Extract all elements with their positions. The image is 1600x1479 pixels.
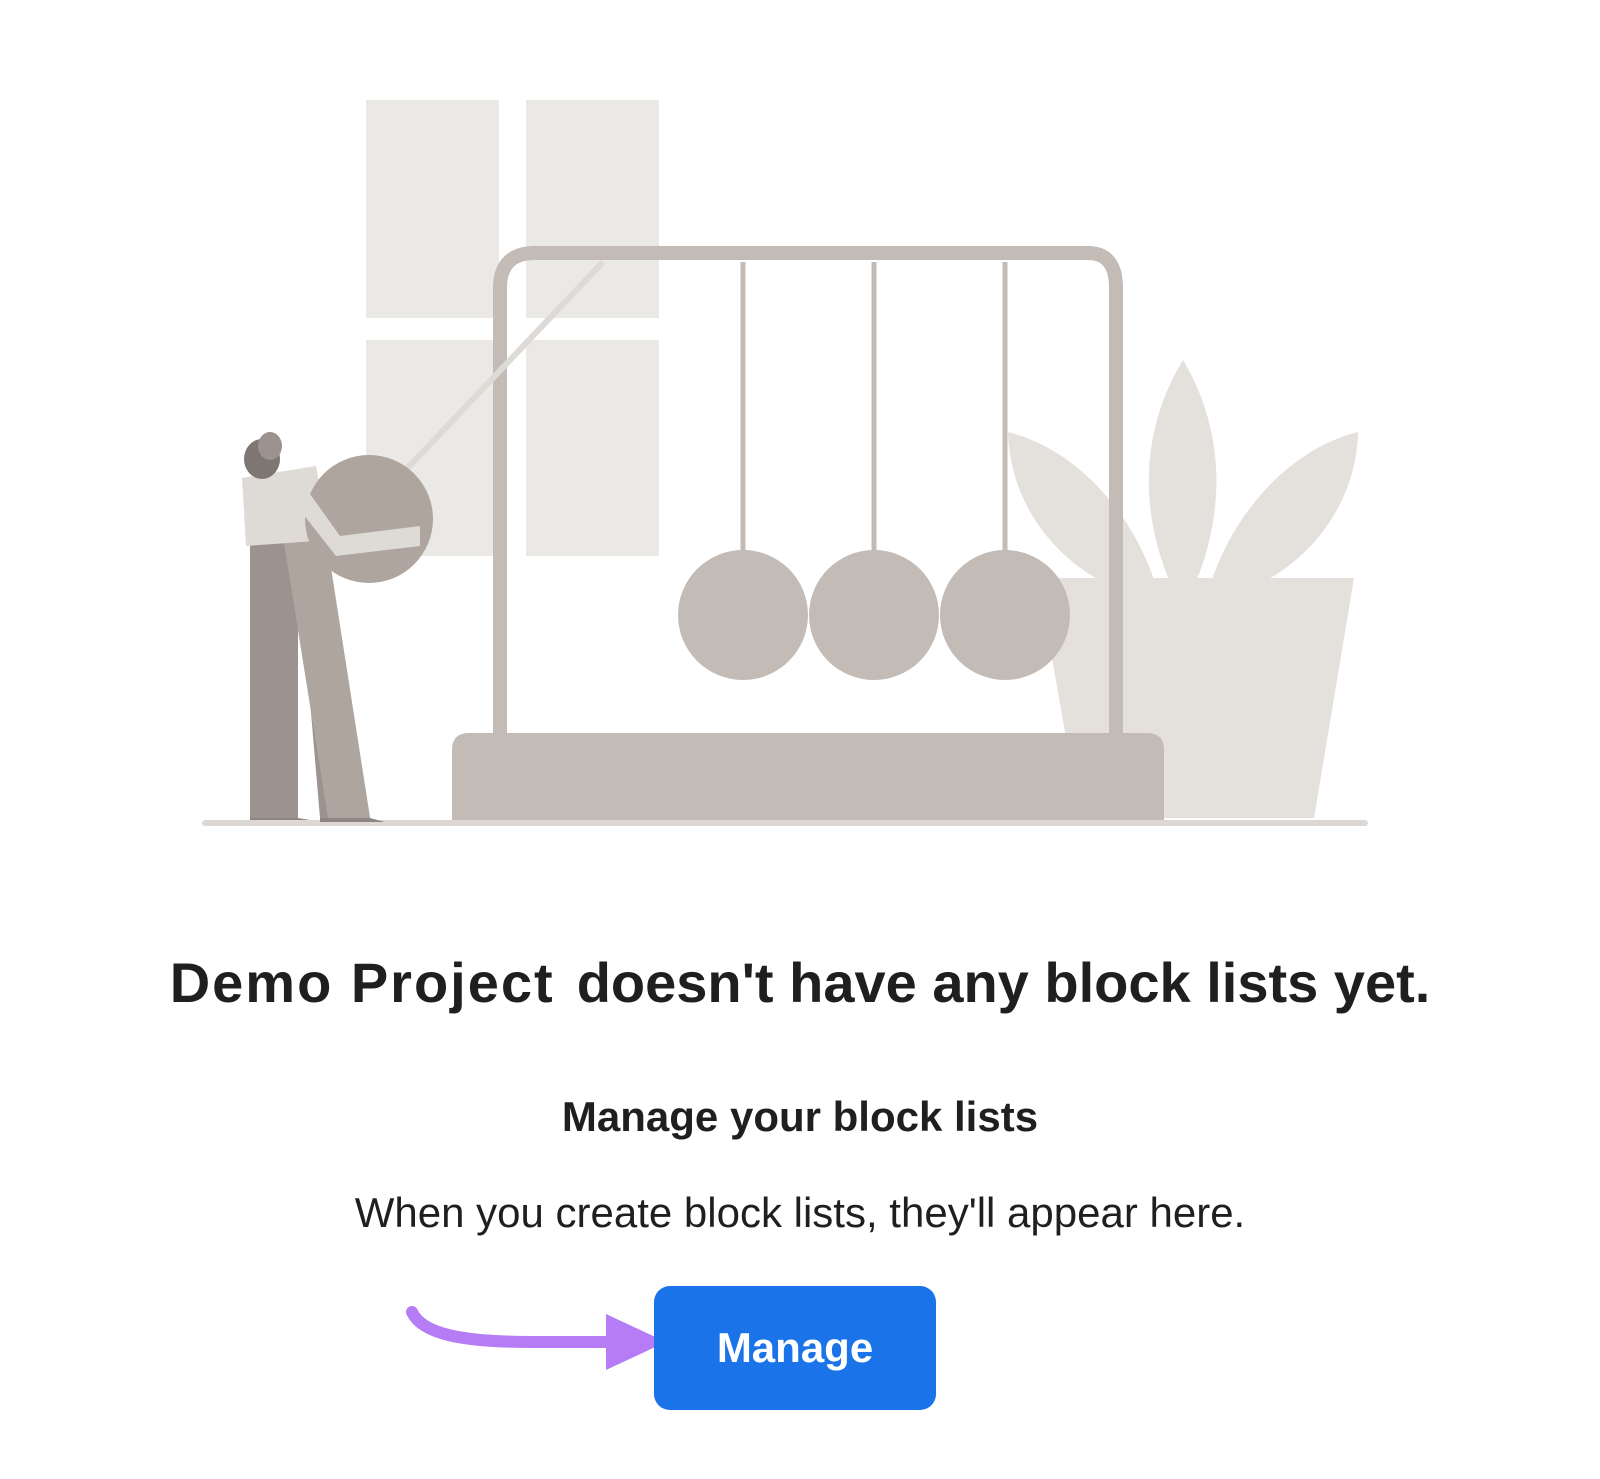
empty-state-title-suffix: doesn't have any block lists yet. <box>576 951 1431 1014</box>
project-name: Demo Project <box>169 951 555 1014</box>
person-illustration <box>242 432 433 822</box>
block-lists-description: When you create block lists, they'll app… <box>354 1189 1246 1236</box>
arrow-right-icon <box>406 1306 666 1370</box>
empty-state-illustration <box>202 100 1368 826</box>
empty-state-title: Demo Project doesn't have any block lists… <box>0 948 1600 1018</box>
manage-button[interactable]: Manage <box>654 1286 936 1410</box>
block-lists-heading: Manage your block lists <box>561 1093 1039 1140</box>
